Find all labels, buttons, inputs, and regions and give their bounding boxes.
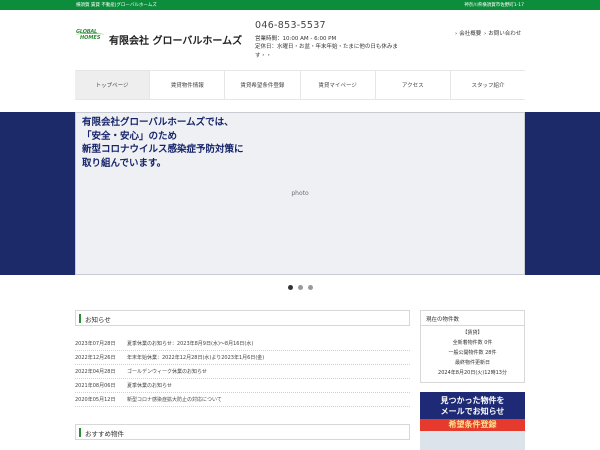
listing-count-category: 【賃貸】 bbox=[462, 330, 483, 336]
listing-last-updated-date: 2024年8月20日(火)12時13分 bbox=[438, 370, 507, 376]
logo-text-homes: HOMES bbox=[80, 35, 101, 41]
heading-accent bbox=[79, 428, 81, 437]
news-date: 2023年07月28日 bbox=[75, 341, 116, 347]
company-name[interactable]: 有限会社 グローバルホームズ bbox=[109, 32, 242, 47]
news-item[interactable]: 2022年04月28日 ゴールデンウィーク休業のお知らせ bbox=[75, 365, 410, 379]
news-list: 2023年07月28日 夏季休業のお知らせ：2023年8月9日(水)～8月16日(… bbox=[75, 337, 410, 407]
carousel-dot[interactable] bbox=[287, 285, 293, 290]
toplink-company[interactable]: › 会社概要 bbox=[455, 29, 481, 37]
nav-item-top[interactable]: トップページ bbox=[75, 71, 151, 99]
news-title[interactable]: ゴールデンウィーク休業のお知らせ bbox=[127, 368, 207, 375]
listing-last-updated-label: 最終物件更新日 bbox=[454, 360, 490, 366]
hero-caption-line: 有限会社グローバルホームズでは、 bbox=[82, 117, 234, 128]
holiday-info: 定休日：水曜日・お盆・年末年始・たまに他の日も休みます・・ bbox=[255, 44, 398, 59]
toplink-contact-label: お問い合わせ bbox=[488, 31, 522, 37]
news-item[interactable]: 2023年07月28日 夏季休業のお知らせ：2023年8月9日(水)～8月16日(… bbox=[75, 337, 410, 351]
hero-caption-line: 新型コロナウイルス感染症予防対策に bbox=[82, 144, 244, 155]
carousel-dot[interactable] bbox=[297, 285, 303, 290]
nav-item-access[interactable]: アクセス bbox=[376, 71, 451, 99]
toplink-contact[interactable]: › お問い合わせ bbox=[484, 29, 521, 37]
top-bar-address: 神奈川県横須賀市佐野町1-17 bbox=[464, 3, 524, 8]
phone-number[interactable]: 046-853-5537 bbox=[255, 20, 326, 31]
hero-slide[interactable]: photo 有限会社グローバルホームズでは、 「安全・安心」のため 新型コロナウ… bbox=[75, 112, 525, 275]
banner-cta: 希望条件登録 bbox=[420, 419, 525, 431]
news-title[interactable]: 新型コロナ感染症拡大防止の対応について bbox=[127, 396, 222, 403]
news-title[interactable]: 夏季休業のお知らせ bbox=[127, 382, 172, 389]
nav-item-staff[interactable]: スタッフ紹介 bbox=[451, 71, 525, 99]
top-bar-tagline: 横須賀 賃貸 不動産|グローバルホームズ bbox=[76, 3, 157, 8]
hero-caption-line: 「安全・安心」のため bbox=[82, 130, 178, 142]
nav-item-rental-listings[interactable]: 賃貸物件情報 bbox=[150, 71, 226, 99]
listing-count-panel: 現在の物件数 【賃貸】 全新着物件数 0件 一般公開物件数 28件 最終物件更新… bbox=[420, 310, 525, 383]
main-nav: トップページ 賃貸物件情報 賃貸希望条件登録 賃貸マイページ アクセス スタッフ… bbox=[75, 70, 525, 100]
news-heading-text: お知らせ bbox=[85, 316, 111, 324]
heading-accent bbox=[79, 314, 81, 323]
banner-line: メールでお知らせ bbox=[440, 407, 505, 416]
listing-count-new: 全新着物件数 0件 bbox=[452, 340, 493, 346]
chevron-right-icon: › bbox=[484, 31, 487, 37]
banner-headline: 見つかった物件を メールでお知らせ bbox=[425, 395, 520, 417]
hero-caption-line: 取り組んでいます。 bbox=[82, 157, 167, 169]
news-title[interactable]: 夏季休業のお知らせ：2023年8月9日(水)～8月16日(水) bbox=[127, 340, 253, 347]
banner-line: 見つかった物件を bbox=[440, 396, 505, 405]
company-logo[interactable]: GLOBAL HOMES bbox=[76, 29, 106, 45]
nav-item-mypage[interactable]: 賃貸マイページ bbox=[301, 71, 376, 99]
news-date: 2021年08月06日 bbox=[75, 383, 116, 389]
top-bar: 横須賀 賃貸 不動産|グローバルホームズ 神奈川県横須賀市佐野町1-17 bbox=[0, 0, 600, 10]
news-date: 2020年05月12日 bbox=[75, 397, 116, 403]
news-date: 2022年04月28日 bbox=[75, 369, 116, 375]
news-title[interactable]: 年末年始休業：2022年12月28日(水)より2023年1月6日(金) bbox=[127, 354, 264, 361]
chevron-right-icon: › bbox=[455, 31, 458, 37]
news-item[interactable]: 2022年12月26日 年末年始休業：2022年12月28日(水)より2023年1… bbox=[75, 351, 410, 365]
news-heading: お知らせ bbox=[75, 310, 410, 326]
banner-image bbox=[420, 431, 525, 450]
carousel-dot[interactable] bbox=[307, 285, 313, 290]
listing-count-heading: 現在の物件数 bbox=[421, 311, 524, 326]
news-date: 2022年12月26日 bbox=[75, 355, 116, 361]
hero-caption: 有限会社グローバルホームズでは、 「安全・安心」のため 新型コロナウイルス感染症… bbox=[82, 116, 244, 170]
news-item[interactable]: 2021年08月06日 夏季休業のお知らせ bbox=[75, 379, 410, 393]
recommended-heading: おすすめ物件 bbox=[75, 424, 410, 440]
listing-count-public: 一般公開物件数 28件 bbox=[448, 350, 497, 356]
news-item[interactable]: 2020年05月12日 新型コロナ感染症拡大防止の対応について bbox=[75, 393, 410, 407]
nav-item-wish-register[interactable]: 賃貸希望条件登録 bbox=[225, 71, 301, 99]
recommended-heading-text: おすすめ物件 bbox=[85, 430, 124, 438]
wish-register-banner[interactable]: 見つかった物件を メールでお知らせ 希望条件登録 bbox=[420, 392, 525, 450]
business-hours: 営業時間：10:00 AM - 6:00 PM bbox=[255, 36, 337, 42]
toplink-company-label: 会社概要 bbox=[459, 31, 482, 37]
carousel-dots bbox=[0, 285, 600, 290]
